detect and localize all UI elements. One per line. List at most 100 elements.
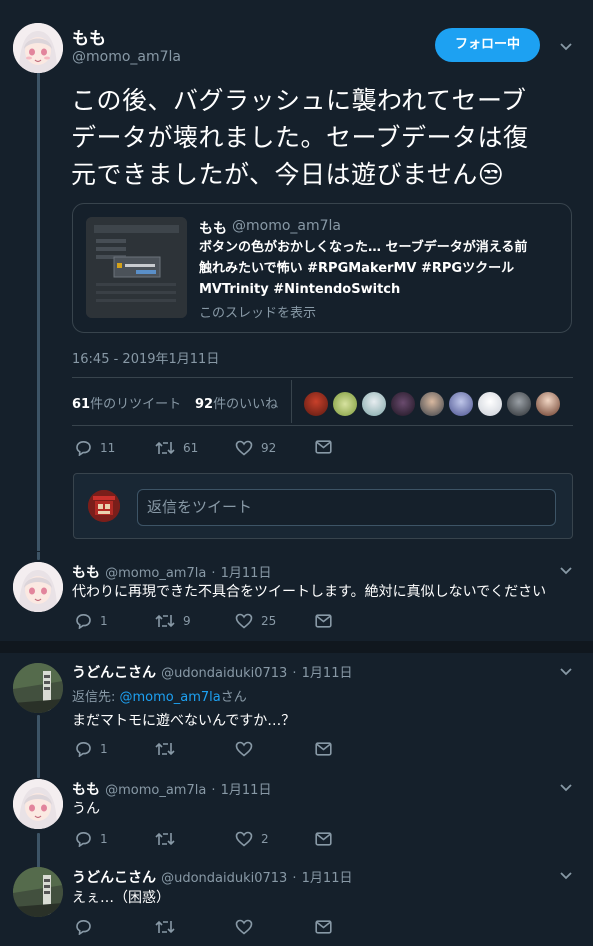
reply-to-handle[interactable]: @momo_am7la [120,690,221,705]
liker-avatar[interactable] [390,391,416,417]
reply-date[interactable]: 1月11日 [221,566,272,581]
reply-date[interactable]: 1月11日 [302,666,353,681]
envelope-icon [315,832,332,846]
liker-avatar[interactable] [361,391,387,417]
envelope-icon [315,614,332,628]
quoted-author-name: もも [199,221,227,237]
liker-avatar[interactable] [448,391,474,417]
quoted-text-line: 触れみたいで怖い #RPGMakerMV #RPGツクール [199,261,515,276]
reply-action[interactable] [75,919,100,935]
avatar[interactable] [13,663,63,713]
reply-text: 代わりに再現できた不具合をツイートします。絶対に真似しないでください [72,584,547,600]
quoted-author-handle: @momo_am7la [232,218,341,234]
message-action[interactable] [315,742,340,756]
like-action[interactable]: 92 [235,440,276,456]
my-avatar[interactable] [88,490,120,522]
reply-header: うどんこさん @udondaiduki0713 · 1月11日 [72,867,352,887]
message-action[interactable] [315,920,340,934]
reply-author-name[interactable]: うどんこさん [72,665,156,681]
retweet-action[interactable] [155,919,183,935]
chevron-down-icon[interactable] [559,781,573,795]
reply-author-name[interactable]: もも [72,565,100,581]
liker-avatar[interactable] [332,391,358,417]
reply-to-line: 返信先: @momo_am7laさん [72,686,247,705]
divider [291,380,292,423]
chevron-down-icon[interactable] [559,665,573,679]
like-count-action: 92 [261,441,277,455]
reply-separator: · [211,783,216,798]
retweet-action[interactable] [155,741,183,757]
reply-action[interactable]: 11 [75,440,115,456]
follow-button[interactable]: フォロー中 [435,28,540,62]
tweet-text-line: この後、バグラッシュに襲われてセーブ [71,86,527,115]
author-name[interactable]: もも [72,24,106,49]
heart-icon [235,440,253,456]
reply-author-handle[interactable]: @momo_am7la [105,783,206,798]
heart-icon [235,831,253,847]
thread-line [37,715,40,778]
reply-author-handle[interactable]: @momo_am7la [105,566,206,581]
reply-author-name[interactable]: もも [72,782,100,798]
heart-icon [235,919,253,935]
message-action[interactable] [315,440,340,454]
liker-avatar[interactable] [419,391,445,417]
avatar[interactable] [13,562,63,612]
retweet-action[interactable]: 9 [155,613,191,629]
divider [0,551,593,552]
reply-input[interactable]: 返信をツイート [137,489,556,526]
divider [72,425,573,426]
liker-avatar[interactable] [477,391,503,417]
quoted-tweet-image[interactable] [86,217,187,318]
retweet-action[interactable]: 61 [155,440,198,456]
chevron-down-icon[interactable] [559,40,573,54]
envelope-icon [315,440,332,454]
reply-date[interactable]: 1月11日 [221,783,272,798]
heart-icon [235,741,253,757]
chevron-down-icon[interactable] [559,564,573,578]
reply-date[interactable]: 1月11日 [302,871,353,886]
reply-author-handle[interactable]: @udondaiduki0713 [161,871,287,886]
reply-author-handle[interactable]: @udondaiduki0713 [161,666,287,681]
liker-avatar[interactable] [506,391,532,417]
retweet-count-label: 件のリツイート [90,397,182,412]
retweet-count[interactable]: 61件のリツイート [72,393,181,412]
reply-action[interactable]: 1 [75,831,108,847]
avatar[interactable] [13,23,63,73]
like-count: 25 [261,614,277,628]
reply-action[interactable]: 1 [75,741,108,757]
reply-icon [76,919,91,935]
tweet-text-line: データが壊れました。セーブデータは復 [71,123,529,152]
like-action[interactable]: 2 [235,831,269,847]
reply-icon [76,613,91,629]
like-count-label: 件のいいね [213,397,279,412]
liker-avatar[interactable] [303,391,329,417]
like-action[interactable]: 25 [235,613,276,629]
avatar[interactable] [13,779,63,829]
like-action[interactable] [235,919,261,935]
chevron-down-icon[interactable] [559,869,573,883]
retweet-icon [155,920,175,934]
avatar[interactable] [13,867,63,917]
show-thread-link[interactable]: このスレッドを表示 [199,302,316,321]
liker-avatar[interactable] [535,391,561,417]
retweet-count: 9 [183,614,191,628]
reply-author-name[interactable]: うどんこさん [72,870,156,886]
reply-header: もも @momo_am7la · 1月11日 [72,562,271,582]
reply-header: うどんこさん @udondaiduki0713 · 1月11日 [72,662,352,682]
message-action[interactable] [315,614,340,628]
author-handle[interactable]: @momo_am7la [72,49,181,65]
like-count[interactable]: 92件のいいね [195,393,278,412]
reply-icon [76,440,91,456]
like-count: 2 [261,832,269,846]
message-action[interactable] [315,832,340,846]
reply-count: 1 [100,742,108,756]
retweet-icon [155,832,175,846]
divider [0,641,593,653]
tweet-timestamp[interactable]: 16:45 - 2019年1月11日 [72,348,219,367]
heart-icon [235,613,253,629]
retweet-icon [155,614,175,628]
like-action[interactable] [235,741,261,757]
reply-action[interactable]: 1 [75,613,108,629]
reply-text: まだマトモに遊べないんですか…？ [72,713,296,729]
retweet-action[interactable] [155,831,183,847]
